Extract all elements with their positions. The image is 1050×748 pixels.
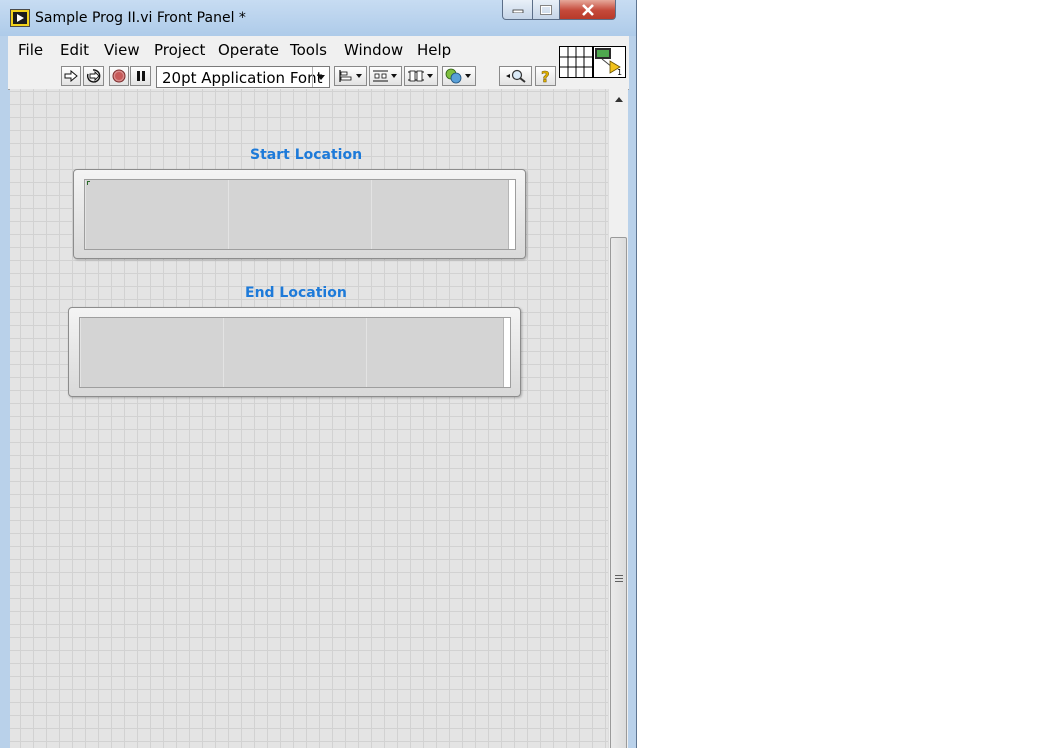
start-location-input[interactable] — [84, 179, 516, 250]
connector-pane-grid-icon — [560, 47, 592, 77]
text-caret — [87, 181, 90, 185]
scroll-grip-line — [615, 575, 623, 576]
menu-file[interactable]: File — [18, 41, 43, 59]
connector-pane[interactable] — [559, 46, 593, 78]
stop-sign-icon — [112, 69, 126, 83]
search-icon — [505, 69, 526, 83]
scroll-grip-line — [615, 578, 623, 579]
svg-text:?: ? — [541, 68, 550, 84]
run-continuously-icon — [86, 69, 101, 83]
menu-tools[interactable]: Tools — [290, 41, 327, 59]
run-button[interactable] — [61, 66, 81, 86]
end-location-scrollbar[interactable] — [503, 318, 510, 387]
minimize-icon — [512, 9, 523, 13]
front-panel-canvas[interactable]: Start Location End Location — [10, 89, 608, 748]
title-bar[interactable]: Sample Prog II.vi Front Panel * — [0, 0, 636, 36]
scroll-up-arrow-icon — [614, 96, 623, 102]
vi-default-icon: 1 — [595, 48, 622, 77]
menu-edit[interactable]: Edit — [60, 41, 89, 59]
font-setting-value: 20pt Application Font — [162, 69, 323, 87]
labview-front-panel-window: Sample Prog II.vi Front Panel * File Edi… — [0, 0, 637, 748]
maximize-button[interactable] — [533, 0, 560, 20]
distribute-objects-icon — [372, 70, 397, 82]
vi-icon[interactable]: 1 — [593, 46, 626, 78]
minimize-button[interactable] — [502, 0, 533, 20]
menu-project[interactable]: Project — [154, 41, 205, 59]
caption-buttons — [502, 0, 616, 22]
distribute-objects-button[interactable] — [369, 66, 402, 86]
scroll-up-button[interactable] — [609, 89, 628, 109]
end-location-label: End Location — [245, 285, 347, 301]
chevron-down-icon — [312, 67, 329, 87]
end-location-control — [68, 307, 521, 397]
scroll-grip-line — [615, 581, 623, 582]
menu-operate[interactable]: Operate — [218, 41, 279, 59]
scroll-thumb[interactable] — [610, 237, 627, 748]
menu-help[interactable]: Help — [417, 41, 451, 59]
start-location-scrollbar[interactable] — [508, 180, 515, 249]
menu-bar: File Edit View Project Operate Tools Win… — [8, 36, 629, 63]
terminal-number: 1 — [617, 68, 622, 77]
resize-objects-button[interactable] — [404, 66, 438, 86]
text-settings-dropdown[interactable]: 20pt Application Font — [156, 66, 330, 88]
maximize-icon — [540, 4, 552, 15]
search-button[interactable] — [499, 66, 532, 86]
abort-button[interactable] — [109, 66, 129, 86]
resize-objects-icon — [408, 70, 433, 82]
close-button[interactable] — [560, 0, 616, 20]
pause-button[interactable] — [130, 66, 151, 86]
reorder-icon — [445, 68, 471, 84]
help-question-icon: ? — [540, 68, 550, 84]
close-icon — [581, 3, 594, 16]
vertical-scrollbar[interactable] — [608, 89, 628, 748]
labview-app-icon[interactable] — [10, 9, 30, 27]
run-continuously-button[interactable] — [83, 66, 104, 86]
align-objects-icon — [338, 70, 362, 82]
start-location-control — [73, 169, 526, 259]
start-location-label: Start Location — [250, 147, 363, 163]
reorder-button[interactable] — [442, 66, 476, 86]
context-help-button[interactable]: ? — [535, 66, 556, 86]
end-location-input[interactable] — [79, 317, 511, 388]
window-title: Sample Prog II.vi Front Panel * — [35, 10, 246, 26]
pause-icon — [136, 71, 145, 81]
menu-window[interactable]: Window — [344, 41, 403, 59]
toolbar: 20pt Application Font ? — [8, 62, 629, 90]
run-arrow-icon — [64, 70, 78, 82]
menu-view[interactable]: View — [104, 41, 140, 59]
align-objects-button[interactable] — [334, 66, 367, 86]
